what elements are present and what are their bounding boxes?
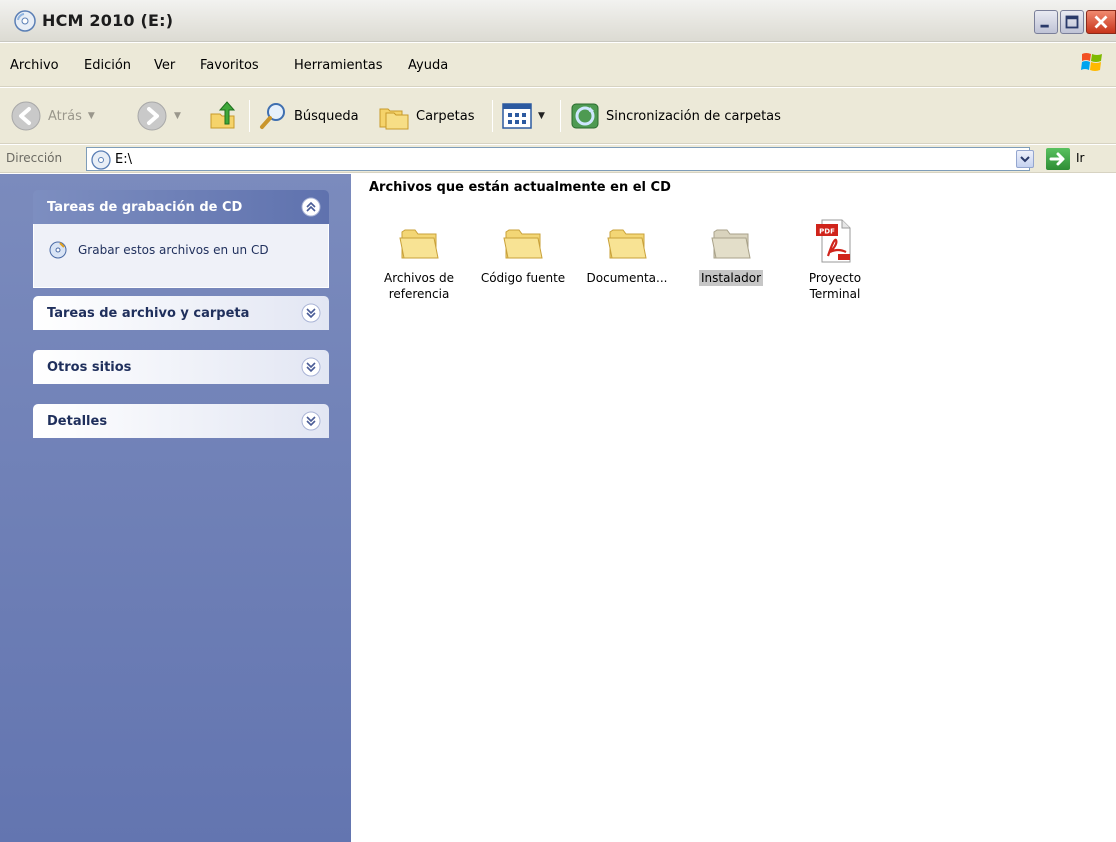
views-icon (502, 103, 532, 129)
expand-chevron-icon[interactable] (301, 357, 321, 377)
chevron-down-icon[interactable]: ▼ (538, 111, 545, 121)
files-on-cd-heading: Archivos que están actualmente en el CD (369, 180, 671, 195)
address-input[interactable]: E:\ (86, 147, 1030, 171)
expand-chevron-icon[interactable] (301, 303, 321, 323)
go-arrow-icon (1049, 152, 1065, 166)
search-label: Búsqueda (294, 108, 359, 124)
cd-drive-icon (14, 10, 36, 32)
search-button[interactable]: Búsqueda (258, 88, 359, 144)
folders-button[interactable]: Carpetas (378, 88, 474, 144)
panel-title: Detalles (47, 414, 108, 429)
address-label: Dirección (6, 151, 63, 165)
menu-edicion[interactable]: Edición (84, 58, 131, 73)
file-name: Instalador (698, 270, 764, 286)
panel-details-header[interactable]: Detalles (33, 404, 329, 438)
menu-favoritos[interactable]: Favoritos (200, 58, 259, 73)
minimize-button[interactable] (1034, 10, 1058, 34)
file-item-instalador[interactable]: Instalador (679, 218, 783, 286)
menu-ver[interactable]: Ver (154, 58, 175, 73)
sync-icon (571, 103, 599, 129)
go-button[interactable] (1046, 148, 1070, 170)
toolbar: Atrás ▼ ▼ Búsqueda Carpetas ▼ Sincroniza… (0, 88, 1116, 144)
sync-label: Sincronización de carpetas (606, 108, 781, 124)
go-label[interactable]: Ir (1076, 151, 1084, 165)
pdf-icon: PDF (816, 219, 851, 263)
explorer-window: HCM 2010 (E:) Archivo Edición Ver Favori… (0, 0, 1116, 842)
menu-bar: Archivo Edición Ver Favoritos Herramient… (0, 43, 1116, 87)
back-arrow-icon (11, 101, 41, 131)
panel-title: Tareas de grabación de CD (47, 200, 243, 215)
address-value: E:\ (115, 152, 132, 167)
chevron-down-icon (1020, 156, 1030, 163)
close-icon (1094, 15, 1108, 29)
burn-to-cd-task[interactable]: Grabar estos archivos en un CD (48, 240, 269, 260)
panel-cd-tasks-body: Grabar estos archivos en un CD (33, 224, 329, 288)
file-name: Archivos de referencia (384, 271, 454, 301)
burn-cd-icon (49, 241, 67, 259)
folders-label: Carpetas (416, 108, 475, 124)
window-title: HCM 2010 (E:) (42, 11, 174, 30)
minimize-icon (1040, 24, 1049, 28)
panel-title: Otros sitios (47, 360, 132, 375)
back-button[interactable]: Atrás ▼ (10, 88, 95, 144)
forward-button[interactable]: ▼ (136, 88, 181, 144)
forward-arrow-icon (137, 101, 167, 131)
close-button[interactable] (1086, 10, 1116, 34)
back-label: Atrás (48, 108, 82, 124)
maximize-button[interactable] (1060, 10, 1084, 34)
file-name: Documenta... (586, 271, 668, 285)
file-item-archivos-referencia[interactable]: Archivos de referencia (367, 218, 471, 302)
file-name: Código fuente (480, 271, 566, 285)
file-item-documentacion[interactable]: Documenta... (575, 218, 679, 286)
file-item-codigo-fuente[interactable]: Código fuente (471, 218, 575, 286)
windows-logo-icon (1081, 53, 1102, 71)
chevron-down-icon[interactable]: ▼ (174, 111, 181, 121)
expand-chevron-icon[interactable] (301, 411, 321, 431)
chevron-down-icon[interactable]: ▼ (88, 111, 95, 121)
svg-text:PDF: PDF (819, 228, 835, 236)
file-name: Proyecto Terminal (808, 271, 862, 301)
folder-icon (399, 229, 439, 259)
cd-drive-icon (91, 150, 111, 170)
panel-other-places-header[interactable]: Otros sitios (33, 350, 329, 384)
up-folder-button[interactable] (208, 88, 238, 144)
collapse-chevron-icon[interactable] (301, 197, 321, 217)
maximize-icon (1065, 15, 1079, 29)
task-pane: Tareas de grabación de CD Grabar estos a… (0, 174, 351, 842)
folder-icon (607, 229, 647, 259)
menu-ayuda[interactable]: Ayuda (408, 58, 448, 73)
folder-sync-button[interactable]: Sincronización de carpetas (570, 88, 781, 144)
folders-icon (379, 108, 409, 130)
folder-icon (503, 229, 543, 259)
views-button[interactable]: ▼ (502, 88, 545, 144)
address-bar: Dirección E:\ Ir (0, 145, 1116, 173)
folder-icon (711, 229, 751, 259)
panel-cd-tasks-header[interactable]: Tareas de grabación de CD (33, 190, 329, 224)
menu-herramientas[interactable]: Herramientas (294, 58, 383, 73)
address-dropdown-button[interactable] (1016, 150, 1034, 168)
search-icon (260, 103, 285, 129)
burn-to-cd-label: Grabar estos archivos en un CD (78, 243, 269, 257)
file-item-proyecto-terminal[interactable]: PDF Proyecto Terminal (783, 218, 887, 302)
file-list-area[interactable]: Archivos que están actualmente en el CD … (351, 174, 1116, 842)
panel-title: Tareas de archivo y carpeta (47, 306, 250, 321)
panel-file-tasks-header[interactable]: Tareas de archivo y carpeta (33, 296, 329, 330)
up-folder-icon (210, 101, 236, 129)
menu-archivo[interactable]: Archivo (10, 58, 59, 73)
title-bar[interactable]: HCM 2010 (E:) (0, 0, 1116, 42)
